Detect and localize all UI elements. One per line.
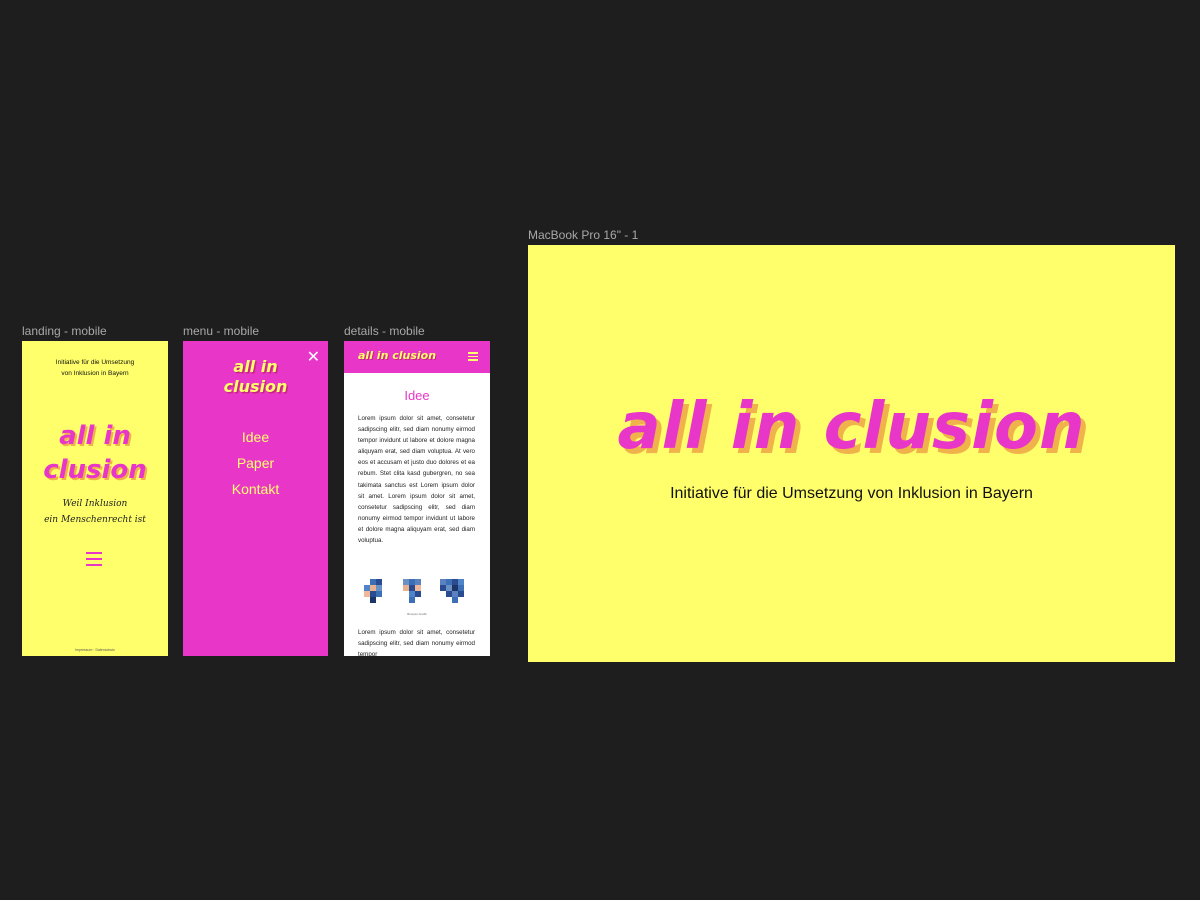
desktop-tagline: Initiative für die Umsetzung von Inklusi… [670,485,1033,502]
details-header-logo[interactable]: all in clusion [358,349,436,362]
landing-slogan: Weil Inklusion ein Menschenrecht ist [22,496,168,528]
menu-mobile-frame: ✕ all in clusion Idee Paper Kontakt [183,341,328,656]
details-mobile-frame: all in clusion Idee Lorem ipsum dolor si… [344,341,490,656]
menu-nav: Idee Paper Kontakt [183,424,328,502]
figure-3 [438,579,464,605]
details-paragraph-2: Lorem ipsum dolor sit amet, consetetur s… [358,629,475,656]
landing-logo-line2: clusion [43,455,147,485]
landing-slogan-line2: ein Menschenrecht ist [44,515,146,525]
figure-1 [360,579,386,605]
frame-label-desktop: MacBook Pro 16" - 1 [528,228,639,242]
desktop-frame: all in clusion Initiative für die Umsetz… [528,245,1175,662]
landing-tagline: Initiative für die Umsetzung von Inklusi… [22,357,168,379]
frame-label-landing: landing - mobile [22,324,107,338]
landing-footer[interactable]: Impressum · Datenschutz [22,648,168,652]
landing-logo-line1: all in [59,421,131,451]
details-figure-caption: Beispiel-Grafik [407,612,427,616]
details-header: all in clusion [344,341,490,373]
details-heading: Idee [404,388,430,403]
menu-logo-line1: all in [233,357,278,376]
desktop-logo: all in clusion [617,390,1086,464]
landing-mobile-frame: Initiative für die Umsetzung von Inklusi… [22,341,168,656]
details-paragraph-1: Lorem ipsum dolor sit amet, consetetur s… [358,415,475,545]
menu-item-paper[interactable]: Paper [183,450,328,476]
frame-label-menu: menu - mobile [183,324,260,338]
details-figures [360,579,464,605]
menu-logo-line2: clusion [223,377,288,396]
hamburger-icon[interactable] [468,352,478,361]
figure-2 [399,579,425,605]
menu-logo: all in clusion [183,357,328,397]
landing-tagline-line1: Initiative für die Umsetzung [55,359,135,366]
frame-label-details: details - mobile [344,324,425,338]
menu-item-kontakt[interactable]: Kontakt [183,476,328,502]
menu-item-idee[interactable]: Idee [183,424,328,450]
landing-logo: all in clusion [22,419,168,487]
landing-tagline-line2: von Inklusion in Bayern [61,370,129,377]
hamburger-icon[interactable] [86,552,102,566]
landing-slogan-line1: Weil Inklusion [62,499,128,509]
